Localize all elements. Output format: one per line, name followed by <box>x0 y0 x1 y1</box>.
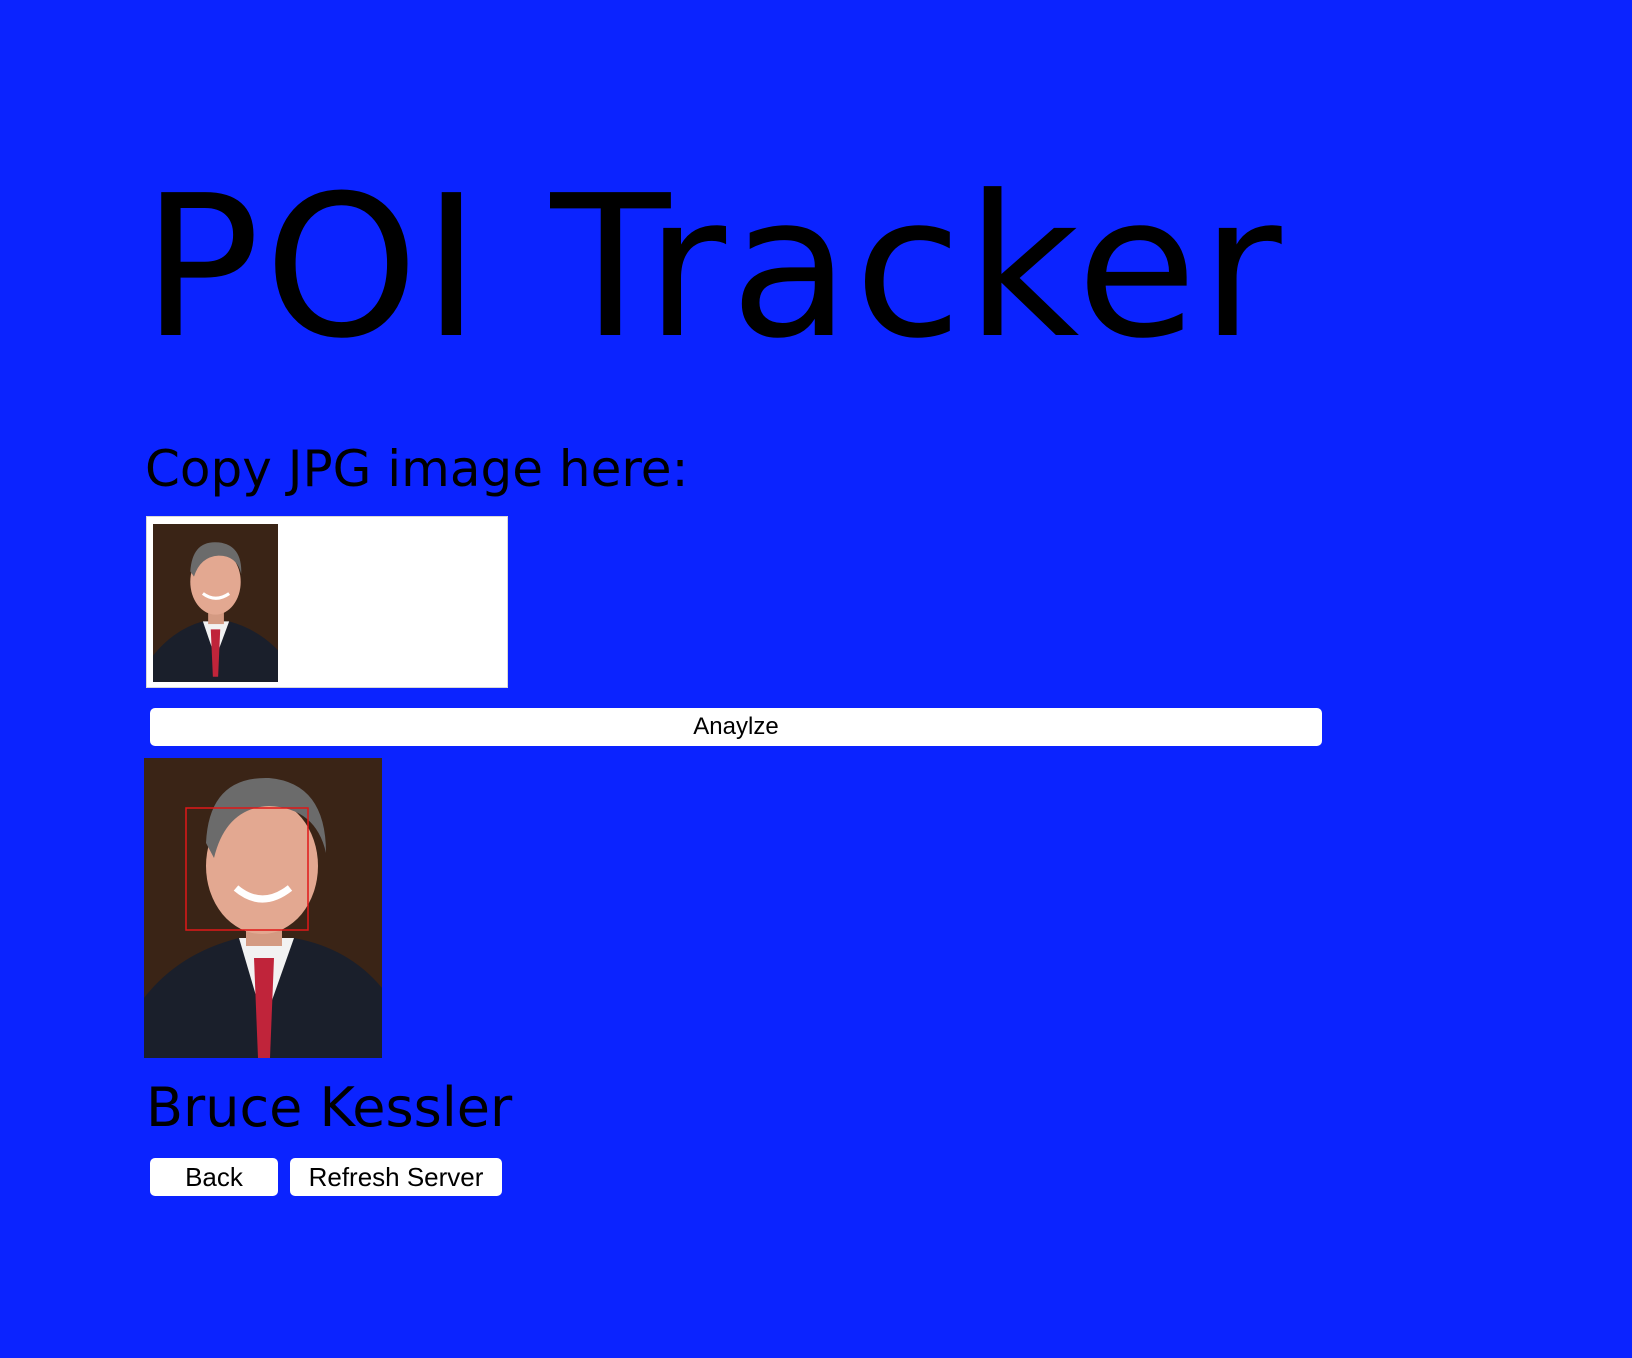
back-button[interactable]: Back <box>150 1158 278 1196</box>
refresh-server-button[interactable]: Refresh Server <box>290 1158 502 1196</box>
drop-zone-label: Copy JPG image here: <box>145 440 689 498</box>
analyze-button[interactable]: Anaylze <box>150 708 1322 746</box>
image-drop-zone[interactable] <box>146 516 508 688</box>
page-title: POI Tracker <box>142 154 1286 382</box>
result-photo <box>144 758 382 1058</box>
person-name: Bruce Kessler <box>146 1076 513 1139</box>
thumbnail-photo-icon <box>153 524 278 682</box>
